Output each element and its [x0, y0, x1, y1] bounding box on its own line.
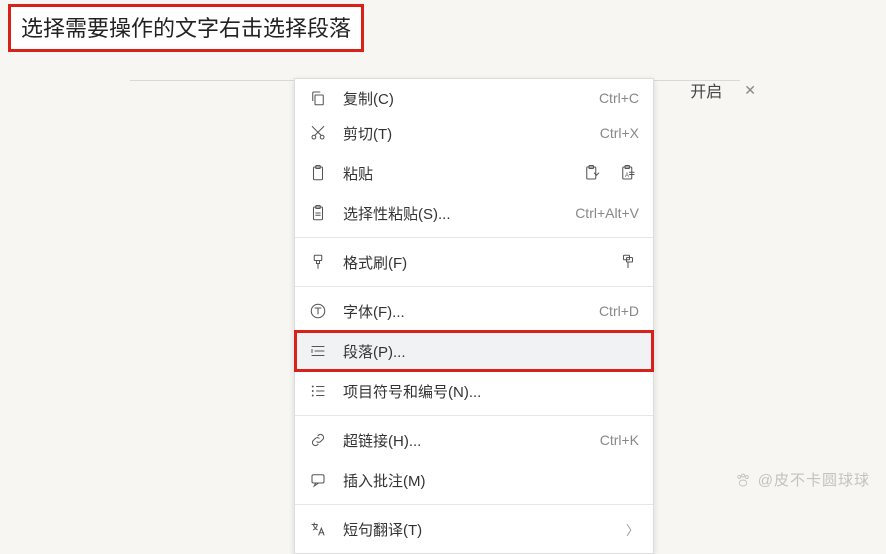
menu-label: 粘贴: [343, 163, 581, 184]
menu-item-format-painter[interactable]: 格式刷(F): [295, 242, 653, 282]
menu-item-bullets[interactable]: 项目符号和编号(N)...: [295, 371, 653, 411]
menu-separator: [295, 286, 653, 287]
close-icon[interactable]: ✕: [744, 82, 756, 99]
menu-item-comment[interactable]: 插入批注(M): [295, 460, 653, 500]
menu-label: 剪切(T): [343, 123, 600, 144]
menu-shortcut: Ctrl+C: [599, 90, 639, 106]
paste-icon: [307, 162, 329, 184]
menu-label: 段落(P)...: [343, 341, 639, 362]
context-menu: 复制(C) Ctrl+C 剪切(T) Ctrl+X 粘贴 A 选择性粘贴(S).…: [294, 78, 654, 554]
paste-keep-format-icon[interactable]: [581, 162, 603, 184]
format-painter-options: [617, 251, 639, 273]
menu-label: 超链接(H)...: [343, 430, 600, 451]
font-icon: [307, 300, 329, 322]
menu-label: 格式刷(F): [343, 252, 617, 273]
menu-label: 字体(F)...: [343, 301, 599, 322]
svg-text:A: A: [625, 173, 629, 179]
menu-item-cut[interactable]: 剪切(T) Ctrl+X: [295, 113, 653, 153]
menu-label: 插入批注(M): [343, 470, 639, 491]
menu-separator: [295, 504, 653, 505]
menu-label: 短句翻译(T): [343, 519, 626, 540]
format-painter-dual-icon[interactable]: [617, 251, 639, 273]
copy-icon: [307, 87, 329, 109]
menu-item-hyperlink[interactable]: 超链接(H)... Ctrl+K: [295, 420, 653, 460]
menu-label: 复制(C): [343, 88, 599, 109]
cut-icon: [307, 122, 329, 144]
menu-separator: [295, 237, 653, 238]
menu-shortcut: Ctrl+D: [599, 303, 639, 319]
instruction-text: 选择需要操作的文字右击选择段落: [21, 16, 351, 41]
comment-icon: [307, 469, 329, 491]
menu-item-paste-special[interactable]: 选择性粘贴(S)... Ctrl+Alt+V: [295, 193, 653, 233]
menu-item-paste[interactable]: 粘贴 A: [295, 153, 653, 193]
chevron-right-icon: 〉: [626, 520, 639, 539]
watermark-text: @皮不卡圆球球: [758, 469, 870, 490]
tab-label: 开启: [690, 78, 722, 102]
menu-item-paragraph[interactable]: 段落(P)...: [295, 331, 653, 371]
paste-special-icon: [307, 202, 329, 224]
paste-text-only-icon[interactable]: A: [617, 162, 639, 184]
menu-label: 选择性粘贴(S)...: [343, 203, 575, 224]
menu-shortcut: Ctrl+X: [600, 125, 639, 141]
link-icon: [307, 429, 329, 451]
instruction-callout: 选择需要操作的文字右击选择段落: [8, 4, 364, 52]
format-painter-icon: [307, 251, 329, 273]
menu-separator: [295, 415, 653, 416]
watermark: @皮不卡圆球球: [734, 469, 870, 490]
menu-shortcut: Ctrl+Alt+V: [575, 205, 639, 221]
paste-options: A: [581, 162, 639, 184]
paw-icon: [734, 471, 752, 489]
translate-icon: [307, 518, 329, 540]
menu-label: 项目符号和编号(N)...: [343, 381, 639, 402]
menu-item-copy[interactable]: 复制(C) Ctrl+C: [295, 83, 653, 113]
menu-shortcut: Ctrl+K: [600, 432, 639, 448]
bullets-icon: [307, 380, 329, 402]
tab-strip-fragment: 开启 ✕: [690, 78, 756, 102]
menu-item-translate[interactable]: 短句翻译(T) 〉: [295, 509, 653, 549]
menu-item-font[interactable]: 字体(F)... Ctrl+D: [295, 291, 653, 331]
paragraph-icon: [307, 340, 329, 362]
